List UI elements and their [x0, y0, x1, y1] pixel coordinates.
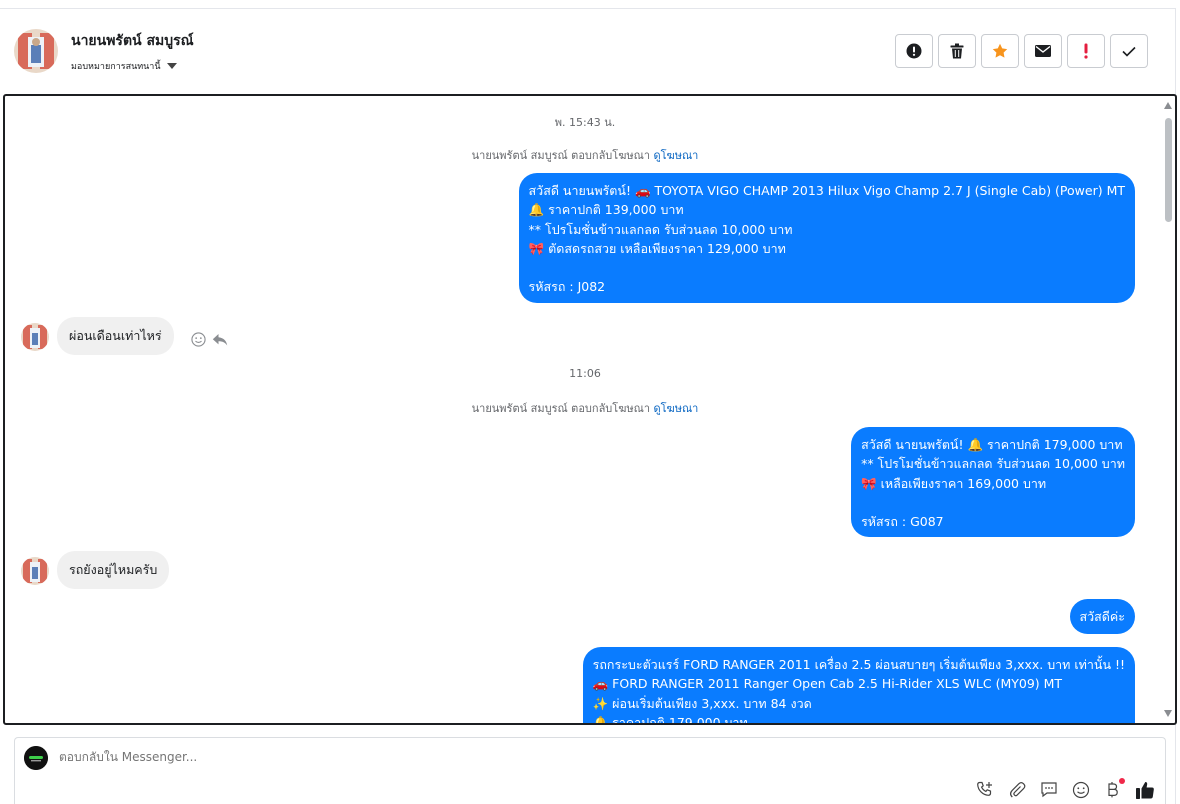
message-line: สวัสดี นายนพรัตน์! 🔔 ราคาปกติ 179,000 บา… — [861, 437, 1123, 452]
ad-reply-notice: นายนพรัตน์ สมบูรณ์ ตอบกลับโฆษณา ดูโฆษณา — [5, 399, 1165, 417]
ad-reply-text: นายนพรัตน์ สมบูรณ์ ตอบกลับโฆษณา — [471, 402, 650, 415]
message-line: 🔔 ราคาปกติ 179,000 บาท — [592, 714, 748, 725]
timestamp: 11:06 — [569, 367, 601, 380]
follow-up-button[interactable] — [1067, 34, 1105, 68]
message-line: รหัสรถ : G087 — [861, 514, 944, 530]
scroll-up-arrow[interactable] — [1164, 102, 1172, 109]
scroll-down-arrow[interactable] — [1164, 710, 1172, 717]
assign-label: มอบหมายการสนทนานี้ — [71, 62, 161, 72]
message-line — [529, 258, 1125, 277]
contact-avatar-small[interactable] — [21, 323, 49, 351]
message-line: 🎀 ตัดสดรถสวย เหลือเพียงราคา 129,000 บาท — [528, 240, 786, 256]
ad-reply-text: นายนพรัตน์ สมบูรณ์ ตอบกลับโฆษณา — [471, 149, 650, 162]
contact-avatar[interactable] — [14, 29, 58, 73]
message-line: ** โปรโมชั่นข้าวแลกลด รับส่วนลด 10,000 บ… — [861, 456, 1125, 472]
page-avatar — [24, 746, 48, 770]
incoming-message[interactable]: ผ่อนเดือนเท่าไหร่ — [57, 317, 174, 355]
thumbs-up-icon[interactable] — [1135, 780, 1155, 800]
message-line: รถกระบะตัวแรร์ FORD RANGER 2011 เครื่อง … — [592, 657, 1125, 672]
emoji-icon[interactable] — [1071, 780, 1091, 800]
message-line: ** โปรโมชั่นข้าวแลกลด รับส่วนลด 10,000 บ… — [528, 221, 793, 237]
view-ad-link[interactable]: ดูโฆษณา — [654, 149, 699, 162]
mark-unread-button[interactable] — [1024, 34, 1062, 68]
emoji-react-icon[interactable] — [191, 332, 206, 347]
thread-scrollbar[interactable] — [1161, 96, 1175, 723]
star-button[interactable] — [981, 34, 1019, 68]
message-thread[interactable]: พ. 15:43 น. นายนพรัตน์ สมบูรณ์ ตอบกลับโฆ… — [3, 94, 1177, 725]
timestamp: พ. 15:43 น. — [554, 116, 616, 129]
incoming-message[interactable]: รถยังอยู่ไหมครับ — [57, 551, 170, 589]
message-line: ✨ ผ่อนเริ่มต้นเพียง 3,xxx. บาท 84 งวด — [592, 695, 812, 711]
message-line: 🎀 เหลือเพียงราคา 169,000 บาท — [861, 475, 1047, 491]
report-spam-button[interactable] — [895, 34, 933, 68]
message-composer — [14, 737, 1166, 804]
trash-icon — [950, 43, 964, 59]
exclamation-circle-icon — [906, 43, 922, 59]
view-ad-link[interactable]: ดูโฆษณา — [654, 402, 699, 415]
baht-icon[interactable] — [1103, 778, 1125, 800]
saved-reply-icon[interactable] — [1039, 780, 1059, 800]
scroll-thumb[interactable] — [1165, 118, 1172, 222]
message-line: 🚗 FORD RANGER 2011 Ranger Open Cab 2.5 H… — [592, 676, 1063, 692]
reply-icon[interactable] — [212, 333, 228, 347]
phone-add-icon[interactable] — [975, 780, 995, 800]
message-line: รหัสรถ : J082 — [528, 279, 606, 295]
paperclip-icon[interactable] — [1007, 780, 1027, 800]
notification-dot — [1119, 778, 1125, 784]
message-line: 🔔 ราคาปกติ 139,000 บาท — [528, 202, 684, 218]
message-reactions — [191, 332, 228, 347]
mark-done-button[interactable] — [1110, 34, 1148, 68]
outgoing-message[interactable]: รถกระบะตัวแรร์ FORD RANGER 2011 เครื่อง … — [582, 647, 1135, 725]
outgoing-message[interactable]: สวัสดี นายนพรัตน์! 🔔 ราคาปกติ 179,000 บา… — [851, 427, 1135, 538]
outgoing-message[interactable]: สวัสดี นายนพรัตน์! 🚗 TOYOTA VIGO CHAMP 2… — [518, 173, 1135, 303]
chevron-down-icon — [166, 63, 177, 69]
composer-toolbar — [975, 778, 1155, 800]
contact-avatar-small[interactable] — [21, 557, 49, 585]
outgoing-message[interactable]: สวัสดีค่ะ — [1069, 599, 1135, 635]
exclamation-icon — [1084, 43, 1088, 59]
check-icon — [1122, 46, 1136, 57]
assign-conversation-dropdown[interactable]: มอบหมายการสนทนานี้ — [71, 59, 177, 73]
message-line: สวัสดี นายนพรัตน์! 🚗 TOYOTA VIGO CHAMP 2… — [528, 183, 1125, 198]
envelope-icon — [1035, 45, 1051, 57]
conversation-header: นายนพรัตน์ สมบูรณ์ มอบหมายการสนทนานี้ — [0, 9, 1175, 93]
message-line — [861, 493, 1125, 512]
star-icon — [992, 43, 1008, 58]
conversation-actions — [895, 34, 1148, 68]
ad-reply-notice: นายนพรัตน์ สมบูรณ์ ตอบกลับโฆษณา ดูโฆษณา — [5, 146, 1165, 164]
reply-input[interactable] — [59, 750, 659, 764]
contact-name: นายนพรัตน์ สมบูรณ์ — [71, 33, 194, 49]
delete-button[interactable] — [938, 34, 976, 68]
